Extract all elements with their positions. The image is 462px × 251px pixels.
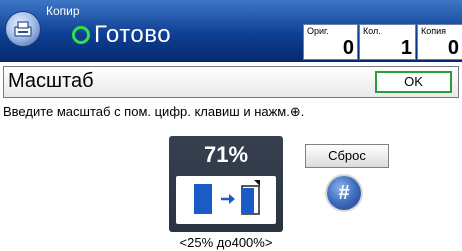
scale-value: 71%	[203, 142, 249, 167]
header-bar: Копир Готово Ориг. 0 Кол. 1 Копия 0	[0, 0, 462, 62]
app-title: Копир	[46, 4, 80, 18]
copies-label: Копия	[421, 26, 447, 36]
hash-key-icon[interactable]: #	[327, 176, 361, 210]
scale-range: <25% до400%>	[179, 235, 273, 250]
dialog-title-bar: Масштаб OK	[3, 66, 459, 98]
scale-display: 71%	[169, 136, 283, 232]
quantity-value: 1	[400, 37, 412, 59]
originals-counter: Ориг. 0	[303, 24, 358, 60]
instruction-text: Введите масштаб с пом. цифр. клавиш и на…	[3, 104, 459, 131]
originals-label: Ориг.	[307, 26, 329, 36]
reset-button[interactable]: Сброс	[305, 144, 389, 168]
ok-button[interactable]: OK	[375, 71, 452, 93]
originals-value: 0	[342, 37, 354, 59]
copies-counter: Копия 0	[417, 24, 462, 60]
quantity-counter: Кол. 1	[359, 24, 416, 60]
dialog-body: Масштаб OK Введите масштаб с пом. цифр. …	[0, 62, 462, 251]
dialog-title: Масштаб	[8, 70, 94, 92]
quantity-label: Кол.	[363, 26, 381, 36]
status-text: Готово	[94, 21, 172, 48]
reduce-document-icon	[176, 176, 276, 224]
copies-value: 0	[447, 37, 459, 59]
status-indicator: Готово	[72, 20, 171, 50]
ready-ring-icon	[72, 26, 90, 44]
copier-icon[interactable]	[6, 12, 40, 46]
